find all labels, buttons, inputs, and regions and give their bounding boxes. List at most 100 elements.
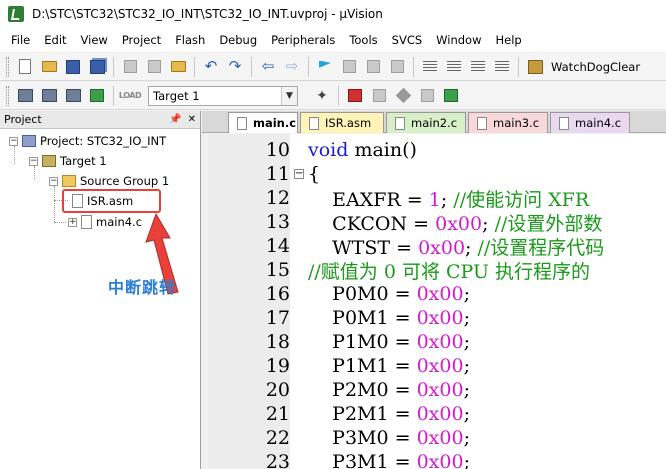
tab-main3-c[interactable]: main3.c [468, 112, 548, 133]
target-label: Target 1 [60, 154, 107, 168]
line-number: 14 [265, 235, 290, 257]
menu-edit[interactable]: Edit [37, 28, 73, 52]
tab-main-c[interactable]: main.c [228, 112, 298, 133]
undo-button[interactable]: ↶ [201, 57, 221, 77]
code-line[interactable]: 20 P2M0 = 0x00; [208, 378, 666, 402]
code-line[interactable]: 21 P2M1 = 0x00; [208, 402, 666, 426]
tree-target[interactable]: − Target 1 [29, 152, 107, 170]
code-line[interactable]: 16 P0M0 = 0x00; [208, 282, 666, 306]
rebuild-icon [65, 89, 81, 102]
close-icon[interactable]: ✕ [188, 114, 196, 125]
green-tool-button[interactable] [441, 86, 461, 106]
code-line[interactable]: 18 P1M0 = 0x00; [208, 330, 666, 354]
save-icon [66, 59, 80, 74]
toolbar-separator [518, 56, 519, 77]
target-select[interactable]: Target 1 ▼ [148, 85, 298, 106]
toolbar-separator [413, 56, 414, 77]
prev-bookmark-button[interactable] [339, 57, 359, 77]
collapse-icon[interactable]: − [49, 176, 58, 186]
bookmark-button[interactable] [315, 57, 335, 77]
watchdog-label[interactable]: WatchDogClear [551, 60, 640, 74]
code-line[interactable]: 12 EAXFR = 1; //使能访问 XFR [208, 186, 666, 211]
file-icon [309, 116, 319, 130]
tree-project-root[interactable]: − Project: STC32_IO_INT [9, 132, 166, 150]
menu-file[interactable]: File [4, 28, 37, 52]
code-editor[interactable]: 10 void main() 11−{12 EAXFR = 1; //使能访问 XF… [208, 134, 666, 469]
build-button[interactable] [39, 86, 59, 106]
components-icon [348, 89, 362, 102]
indent-button[interactable] [420, 57, 440, 77]
tab-main2-c[interactable]: main2.c [386, 112, 466, 133]
uncomment-button[interactable] [492, 57, 512, 77]
toolbar-grip[interactable] [6, 85, 9, 106]
menu-flash[interactable]: Flash [168, 28, 212, 52]
code-line[interactable]: 22 P3M0 = 0x00; [208, 426, 666, 450]
line-number: 21 [265, 403, 290, 425]
comment-icon [471, 60, 485, 73]
download-button[interactable]: LOAD [119, 86, 142, 106]
chevron-down-icon[interactable]: ▼ [281, 86, 297, 105]
redo-button[interactable]: ↷ [225, 57, 245, 77]
menu-window[interactable]: Window [429, 28, 488, 52]
next-bookmark-icon [366, 60, 380, 73]
collapse-icon[interactable]: − [9, 136, 18, 146]
translate-button[interactable] [15, 86, 35, 106]
code-line[interactable]: 13 CKCON = 0x00; //设置外部数 [208, 210, 666, 235]
rebuild-button[interactable] [63, 86, 83, 106]
menu-debug[interactable]: Debug [212, 28, 264, 52]
nav-forward-button[interactable]: ⇨ [282, 57, 302, 77]
manage-components-button[interactable] [345, 86, 365, 106]
code-line[interactable]: 19 P1M1 = 0x00; [208, 354, 666, 378]
collapse-icon[interactable]: − [29, 156, 38, 166]
arrow-right-icon: ⇨ [285, 57, 299, 75]
next-bookmark-button[interactable] [363, 57, 383, 77]
tab-label: main3.c [493, 116, 540, 130]
tree-source-group[interactable]: − Source Group 1 [49, 172, 169, 190]
new-file-icon [19, 59, 31, 74]
save-all-button[interactable] [87, 57, 107, 77]
code-line[interactable]: 10 void main() [208, 138, 666, 162]
menu-svcs[interactable]: SVCS [385, 28, 430, 52]
code-line[interactable]: 14 WTST = 0x00; //设置程序代码 [208, 234, 666, 259]
clear-bookmarks-button[interactable] [387, 57, 407, 77]
tab-isr-asm[interactable]: ISR.asm [300, 112, 384, 133]
toolbar-separator [113, 56, 114, 77]
pin-icon[interactable]: 📌 [169, 114, 181, 125]
toolbar-separator [251, 56, 252, 77]
copy-button[interactable] [144, 57, 164, 77]
new-file-button[interactable] [15, 57, 35, 77]
target-select-value: Target 1 [153, 88, 200, 103]
editor-tab-bar: main.c ISR.asm main2.c main3.c main4.c [202, 111, 666, 133]
toolbar-grip[interactable] [6, 56, 9, 77]
toolbar-separator [113, 85, 114, 106]
menu-view[interactable]: View [74, 28, 115, 52]
pack-installer-button[interactable] [393, 86, 413, 106]
comment-button[interactable] [468, 57, 488, 77]
folder-icon [62, 175, 76, 187]
menu-tools[interactable]: Tools [342, 28, 384, 52]
menu-help[interactable]: Help [489, 28, 529, 52]
fold-toggle-icon[interactable]: − [294, 169, 304, 179]
rte-button[interactable] [417, 86, 437, 106]
cut-button[interactable] [120, 57, 140, 77]
open-button[interactable] [39, 57, 59, 77]
code-line[interactable]: 17 P0M1 = 0x00; [208, 306, 666, 330]
menu-peripherals[interactable]: Peripherals [264, 28, 342, 52]
batch-build-button[interactable] [87, 86, 107, 106]
watchdog-button[interactable] [525, 57, 545, 77]
target-options-button[interactable]: ✦ [312, 86, 332, 106]
tab-main4-c[interactable]: main4.c [550, 112, 630, 133]
code-line[interactable]: 15 //赋值为 0 可将 CPU 执行程序的 [208, 258, 666, 283]
unindent-button[interactable] [444, 57, 464, 77]
select-packs-button[interactable] [369, 86, 389, 106]
nav-back-button[interactable]: ⇦ [258, 57, 278, 77]
expand-icon[interactable]: + [68, 217, 77, 227]
code-line[interactable]: 23 P3M1 = 0x00; [208, 450, 666, 469]
file-label: main4.c [96, 215, 143, 229]
file-icon [237, 116, 247, 130]
menu-project[interactable]: Project [115, 28, 168, 52]
code-line[interactable]: 11−{ [208, 162, 666, 186]
paste-button[interactable] [168, 57, 188, 77]
save-button[interactable] [63, 57, 83, 77]
tree-file-main4-c[interactable]: + main4.c [68, 213, 142, 231]
